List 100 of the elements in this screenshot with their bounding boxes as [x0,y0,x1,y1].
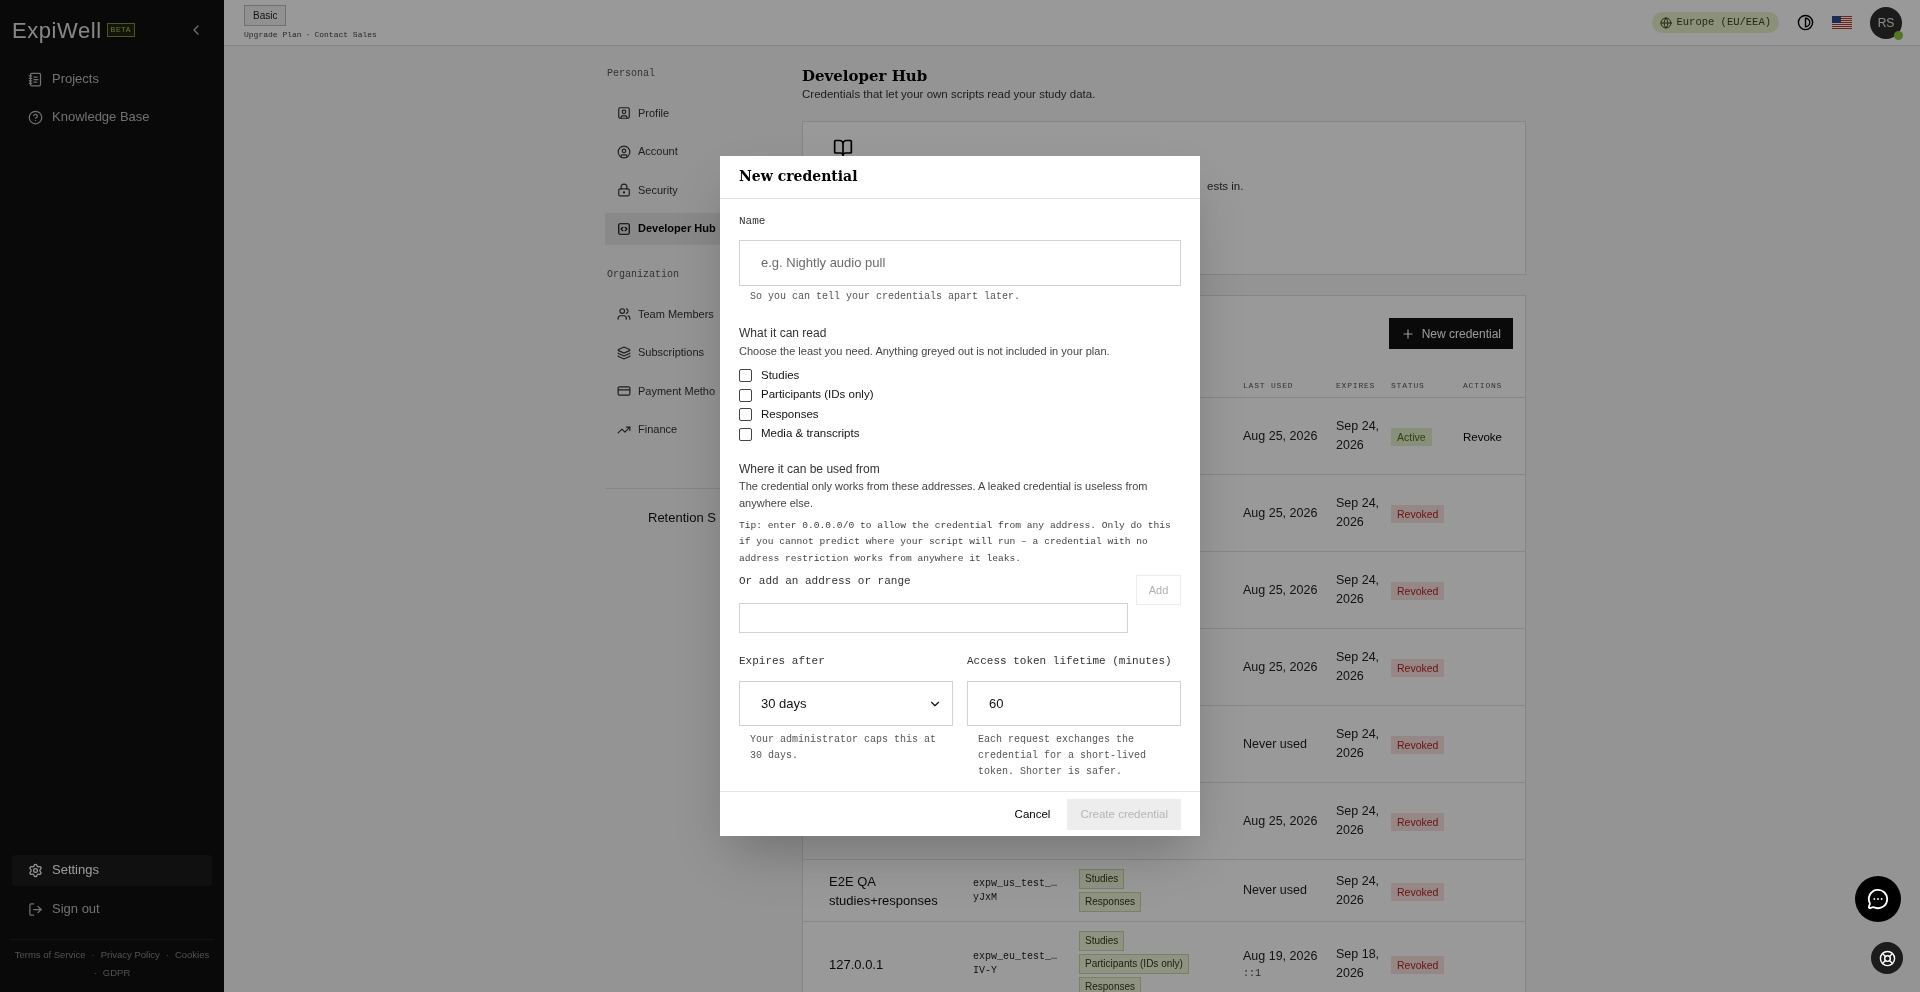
last-used-date: Aug 25, 2026 [1243,581,1319,599]
credential-name: E2E QA studies+responses [829,872,939,910]
status-badge: Active [1391,428,1432,447]
field-label: Name [739,213,767,229]
settings-icon [28,862,43,878]
column-header: LAST USED [1243,379,1295,392]
profile-icon [617,106,631,120]
expiry-date: Sep 24, 2026 [1336,495,1381,532]
scope-tag: Studies [1079,869,1125,890]
checkbox[interactable] [739,408,752,421]
field-hint: So you can tell your credentials apart later. [749,289,1022,304]
separator-dot: · [165,947,169,962]
checkbox[interactable] [739,369,752,382]
column-header: EXPIRES [1336,379,1377,392]
expiry-date: Sep 24, 2026 [1336,803,1381,840]
plan-badge: Basic [244,4,287,26]
sign-out-icon [28,901,43,917]
last-used-date: Aug 25, 2026 [1243,812,1319,830]
last-used-date: Never used [1243,735,1308,753]
expiry-date: Sep 24, 2026 [1336,418,1381,455]
field-hint: Each request exchanges the credential for a short-lived token. Shorter is safer. [977,733,1148,780]
scope-tag: Studies [1079,931,1125,952]
scope-tag: Participants (IDs only) [1079,954,1189,975]
status-badge: Revoked [1391,882,1445,901]
user-icon [617,144,631,159]
last-used-date: Aug 19, 2026 [1243,948,1319,966]
group-label: Personal [606,67,656,81]
users-icon [617,307,631,321]
expiry-select[interactable]: 30 days [739,681,953,727]
expiry-date: Sep 24, 2026 [1336,572,1381,609]
separator-dot: · [305,28,311,41]
group-label: Organization [606,268,680,282]
chat-button[interactable] [1855,876,1901,922]
code-icon [617,221,631,236]
dialog-title: New credential [739,167,858,187]
page-title: Developer Hub [802,66,929,86]
cancel-button[interactable]: Cancel [1014,805,1051,823]
expiry-date: Sep 24, 2026 [1336,649,1381,686]
separator-dot: · [93,965,97,980]
plus-icon [1400,326,1415,341]
settings-nav-item[interactable]: Account [605,135,785,168]
layers-icon [617,345,631,360]
checkbox-label: Media & transcripts [761,426,860,442]
region-chip[interactable]: Europe (EU/EEA) [1652,11,1779,34]
address-field[interactable] [739,603,1128,634]
new-credential-button[interactable]: New credential [1388,318,1513,350]
credit-card-icon [617,384,631,398]
logo: ExpiWell [12,16,102,45]
scope-tag: Responses [1079,977,1142,992]
avatar[interactable]: RS [1870,6,1902,39]
plan-link[interactable]: Upgrade Plan [244,28,302,41]
tip-text: Tip: enter 0.0.0.0/0 to allow the credential from any address. Only do this if you cannot predict where your script will run – a credential with no address restriction works from anywhere it leaks. [739,518,1172,566]
last-used-date: Never used [1243,882,1308,900]
last-used-date: Aug 25, 2026 [1243,658,1319,676]
column-header: STATUS [1391,379,1426,392]
checkbox[interactable] [739,427,752,441]
status-badge: Revoked [1391,736,1445,755]
intro-text: ests in. [1206,179,1245,195]
expiry-date: Sep 18, 2026 [1336,946,1381,983]
retention-item[interactable]: Retention S [648,510,716,525]
help-button[interactable] [1871,942,1903,974]
plan-link[interactable]: Contact Sales [314,28,377,41]
last-used-date: Aug 25, 2026 [1243,427,1319,445]
book-icon [833,138,853,159]
contrast-icon[interactable] [1797,14,1814,31]
page-subtitle: Credentials that let your own scripts read your study data. [802,87,1097,102]
column-header: ACTIONS [1463,379,1504,392]
address-text: ::1 [1243,967,1262,982]
token-lifetime-field[interactable]: 60 [967,681,1181,727]
field-label: Expires after [739,654,826,670]
lock-icon [617,183,631,197]
revoke-button[interactable]: Revoke [1463,429,1502,447]
last-used-date: Aug 25, 2026 [1243,504,1319,522]
checkbox[interactable] [739,388,752,402]
flag-icon[interactable] [1832,15,1852,30]
sidebar-item[interactable]: Settings [12,854,212,886]
field-label: Access token lifetime (minutes) [967,654,1173,670]
key-text: expw_us_test_… yJxM [973,876,1058,905]
section-description: The credential only works from these addresses. A leaked credential is useless from anywhere else. [739,478,1149,511]
section-label: What it can read [739,324,828,341]
sidebar-item[interactable]: Projects [12,64,212,94]
status-badge: Revoked [1391,813,1445,832]
settings-nav-item[interactable]: Profile [605,97,785,129]
checkbox-label: Studies [761,367,800,383]
status-badge: Revoked [1391,505,1445,524]
checkbox-label: Responses [761,406,819,422]
sidebar-item[interactable]: Knowledge Base [12,102,212,132]
section-label: Where it can be used from [739,460,881,477]
credential-name: 127.0.0.1 [829,955,885,974]
field-hint: Your administrator caps this at 30 days. [749,733,938,764]
status-badge: Revoked [1391,582,1445,601]
section-description: Choose the least you need. Anything greyed out is not included in your plan. [739,343,1111,359]
sidebar-item[interactable]: Sign out [12,893,212,925]
scope-tag: Responses [1079,892,1142,913]
expiry-date: Sep 24, 2026 [1336,872,1381,909]
checkbox-label: Participants (IDs only) [761,387,874,403]
field-label: Or add an address or range [739,574,912,590]
notebook-icon [28,71,43,87]
name-field[interactable]: e.g. Nightly audio pull [739,239,1181,286]
expiry-date: Sep 24, 2026 [1336,726,1381,763]
